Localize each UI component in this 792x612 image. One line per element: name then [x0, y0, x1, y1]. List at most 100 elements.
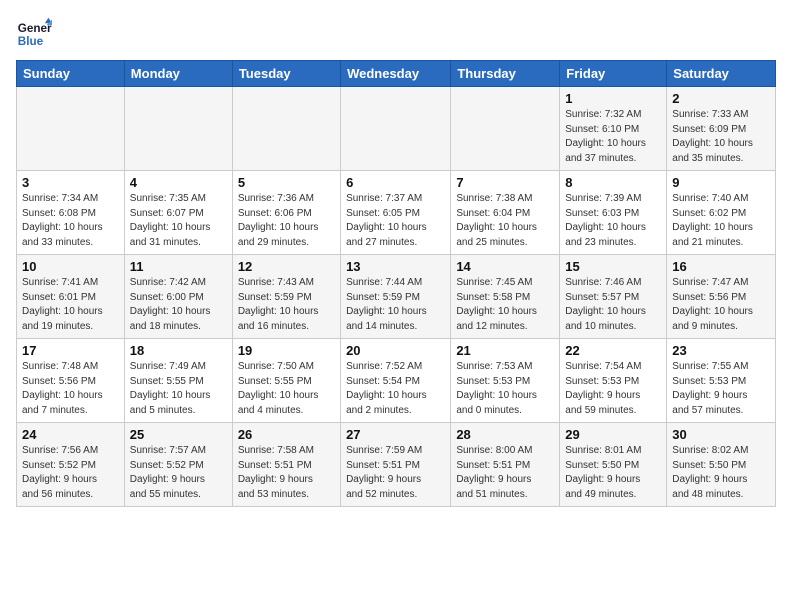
day-info: Sunrise: 8:00 AM Sunset: 5:51 PM Dayligh… [456, 444, 554, 502]
calendar-cell: 9 Sunrise: 7:40 AM Sunset: 6:02 PM Daylig… [667, 171, 776, 255]
calendar-cell [451, 87, 560, 171]
calendar-cell: 24 Sunrise: 7:56 AM Sunset: 5:52 PM Dayli… [17, 423, 125, 507]
day-info: Sunrise: 7:36 AM Sunset: 6:06 PM Dayligh… [238, 192, 335, 250]
day-info: Sunrise: 7:47 AM Sunset: 5:56 PM Dayligh… [672, 276, 770, 334]
day-number: 19 [238, 343, 335, 358]
logo: General Blue [16, 16, 52, 52]
day-number: 14 [456, 259, 554, 274]
day-info: Sunrise: 7:41 AM Sunset: 6:01 PM Dayligh… [22, 276, 119, 334]
day-number: 2 [672, 91, 770, 106]
day-number: 13 [346, 259, 445, 274]
logo-icon: General Blue [16, 16, 52, 52]
day-number: 22 [565, 343, 661, 358]
calendar-cell: 11Sunrise: 7:42 AM Sunset: 6:00 PM Dayli… [124, 255, 232, 339]
calendar-cell: 10 Sunrise: 7:41 AM Sunset: 6:01 PM Dayli… [17, 255, 125, 339]
calendar-cell: 18 Sunrise: 7:49 AM Sunset: 5:55 PM Dayli… [124, 339, 232, 423]
weekday-header: Wednesday [341, 61, 451, 87]
day-info: Sunrise: 7:48 AM Sunset: 5:56 PM Dayligh… [22, 360, 119, 418]
day-info: Sunrise: 7:55 AM Sunset: 5:53 PM Dayligh… [672, 360, 770, 418]
calendar-cell: 12 Sunrise: 7:43 AM Sunset: 5:59 PM Dayli… [232, 255, 340, 339]
day-info: Sunrise: 7:43 AM Sunset: 5:59 PM Dayligh… [238, 276, 335, 334]
day-number: 21 [456, 343, 554, 358]
calendar-cell [124, 87, 232, 171]
svg-text:General: General [18, 22, 52, 35]
calendar-cell: 3 Sunrise: 7:34 AM Sunset: 6:08 PM Daylig… [17, 171, 125, 255]
weekday-header: Thursday [451, 61, 560, 87]
day-number: 6 [346, 175, 445, 190]
calendar-cell: 15Sunrise: 7:46 AM Sunset: 5:57 PM Dayli… [560, 255, 667, 339]
day-info: Sunrise: 7:33 AM Sunset: 6:09 PM Dayligh… [672, 108, 770, 166]
day-number: 16 [672, 259, 770, 274]
calendar-cell: 28 Sunrise: 8:00 AM Sunset: 5:51 PM Dayli… [451, 423, 560, 507]
calendar-cell: 19 Sunrise: 7:50 AM Sunset: 5:55 PM Dayli… [232, 339, 340, 423]
day-number: 29 [565, 427, 661, 442]
weekday-header: Tuesday [232, 61, 340, 87]
day-number: 18 [130, 343, 227, 358]
day-number: 1 [565, 91, 661, 106]
day-number: 8 [565, 175, 661, 190]
day-info: Sunrise: 7:42 AM Sunset: 6:00 PM Dayligh… [130, 276, 227, 334]
calendar-cell [232, 87, 340, 171]
day-number: 23 [672, 343, 770, 358]
calendar-header-row: SundayMondayTuesdayWednesdayThursdayFrid… [17, 61, 776, 87]
day-number: 20 [346, 343, 445, 358]
calendar-week-row: 17 Sunrise: 7:48 AM Sunset: 5:56 PM Dayli… [17, 339, 776, 423]
day-info: Sunrise: 7:45 AM Sunset: 5:58 PM Dayligh… [456, 276, 554, 334]
calendar-cell: 29 Sunrise: 8:01 AM Sunset: 5:50 PM Dayli… [560, 423, 667, 507]
calendar-cell: 1 Sunrise: 7:32 AM Sunset: 6:10 PM Daylig… [560, 87, 667, 171]
day-info: Sunrise: 8:01 AM Sunset: 5:50 PM Dayligh… [565, 444, 661, 502]
weekday-header: Friday [560, 61, 667, 87]
day-number: 4 [130, 175, 227, 190]
day-number: 9 [672, 175, 770, 190]
day-number: 28 [456, 427, 554, 442]
day-info: Sunrise: 7:49 AM Sunset: 5:55 PM Dayligh… [130, 360, 227, 418]
calendar-week-row: 24 Sunrise: 7:56 AM Sunset: 5:52 PM Dayli… [17, 423, 776, 507]
day-info: Sunrise: 7:59 AM Sunset: 5:51 PM Dayligh… [346, 444, 445, 502]
calendar-table: SundayMondayTuesdayWednesdayThursdayFrid… [16, 60, 776, 507]
calendar-cell [17, 87, 125, 171]
calendar-cell: 23 Sunrise: 7:55 AM Sunset: 5:53 PM Dayli… [667, 339, 776, 423]
calendar-cell: 4 Sunrise: 7:35 AM Sunset: 6:07 PM Daylig… [124, 171, 232, 255]
day-info: Sunrise: 7:39 AM Sunset: 6:03 PM Dayligh… [565, 192, 661, 250]
day-number: 15 [565, 259, 661, 274]
calendar-cell: 30 Sunrise: 8:02 AM Sunset: 5:50 PM Dayli… [667, 423, 776, 507]
page-header: General Blue [16, 16, 776, 52]
day-info: Sunrise: 7:53 AM Sunset: 5:53 PM Dayligh… [456, 360, 554, 418]
calendar-cell: 17 Sunrise: 7:48 AM Sunset: 5:56 PM Dayli… [17, 339, 125, 423]
calendar-cell: 26Sunrise: 7:58 AM Sunset: 5:51 PM Dayli… [232, 423, 340, 507]
day-info: Sunrise: 7:52 AM Sunset: 5:54 PM Dayligh… [346, 360, 445, 418]
day-info: Sunrise: 7:57 AM Sunset: 5:52 PM Dayligh… [130, 444, 227, 502]
day-number: 30 [672, 427, 770, 442]
day-info: Sunrise: 7:34 AM Sunset: 6:08 PM Dayligh… [22, 192, 119, 250]
calendar-cell: 14 Sunrise: 7:45 AM Sunset: 5:58 PM Dayli… [451, 255, 560, 339]
calendar-cell: 2 Sunrise: 7:33 AM Sunset: 6:09 PM Daylig… [667, 87, 776, 171]
weekday-header: Sunday [17, 61, 125, 87]
day-info: Sunrise: 7:50 AM Sunset: 5:55 PM Dayligh… [238, 360, 335, 418]
day-info: Sunrise: 7:32 AM Sunset: 6:10 PM Dayligh… [565, 108, 661, 166]
calendar-cell: 5 Sunrise: 7:36 AM Sunset: 6:06 PM Daylig… [232, 171, 340, 255]
day-number: 24 [22, 427, 119, 442]
day-number: 12 [238, 259, 335, 274]
day-info: Sunrise: 7:35 AM Sunset: 6:07 PM Dayligh… [130, 192, 227, 250]
day-info: Sunrise: 7:38 AM Sunset: 6:04 PM Dayligh… [456, 192, 554, 250]
calendar-cell: 13 Sunrise: 7:44 AM Sunset: 5:59 PM Dayli… [341, 255, 451, 339]
calendar-cell: 25Sunrise: 7:57 AM Sunset: 5:52 PM Dayli… [124, 423, 232, 507]
day-info: Sunrise: 7:44 AM Sunset: 5:59 PM Dayligh… [346, 276, 445, 334]
calendar-cell [341, 87, 451, 171]
day-info: Sunrise: 8:02 AM Sunset: 5:50 PM Dayligh… [672, 444, 770, 502]
calendar-cell: 8 Sunrise: 7:39 AM Sunset: 6:03 PM Daylig… [560, 171, 667, 255]
day-number: 17 [22, 343, 119, 358]
day-info: Sunrise: 7:56 AM Sunset: 5:52 PM Dayligh… [22, 444, 119, 502]
day-info: Sunrise: 7:37 AM Sunset: 6:05 PM Dayligh… [346, 192, 445, 250]
calendar-cell: 16 Sunrise: 7:47 AM Sunset: 5:56 PM Dayli… [667, 255, 776, 339]
day-info: Sunrise: 7:40 AM Sunset: 6:02 PM Dayligh… [672, 192, 770, 250]
day-info: Sunrise: 7:54 AM Sunset: 5:53 PM Dayligh… [565, 360, 661, 418]
calendar-cell: 7Sunrise: 7:38 AM Sunset: 6:04 PM Daylig… [451, 171, 560, 255]
day-number: 10 [22, 259, 119, 274]
day-number: 3 [22, 175, 119, 190]
svg-text:Blue: Blue [18, 35, 44, 48]
calendar-cell: 6 Sunrise: 7:37 AM Sunset: 6:05 PM Daylig… [341, 171, 451, 255]
calendar-week-row: 1 Sunrise: 7:32 AM Sunset: 6:10 PM Daylig… [17, 87, 776, 171]
day-number: 5 [238, 175, 335, 190]
calendar-cell: 21 Sunrise: 7:53 AM Sunset: 5:53 PM Dayli… [451, 339, 560, 423]
